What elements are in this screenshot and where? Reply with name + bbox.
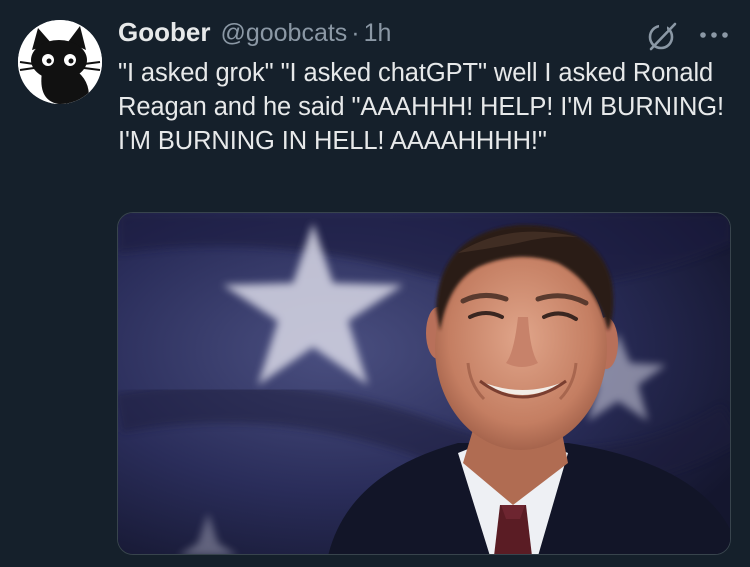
author-display-name[interactable]: Goober — [118, 17, 210, 48]
tweet-header: Goober @goobcats · 1h — [118, 17, 391, 51]
timestamp[interactable]: 1h — [364, 19, 392, 48]
black-cat-icon — [18, 20, 102, 104]
author-handle[interactable]: @goobcats — [220, 19, 347, 48]
author-avatar[interactable] — [18, 20, 102, 104]
tweet[interactable]: Goober @goobcats · 1h "I asked grok" "I … — [0, 0, 750, 567]
separator-dot: · — [351, 19, 360, 47]
tweet-text: "I asked grok" "I asked chatGPT" well I … — [118, 59, 724, 155]
grok-icon[interactable] — [646, 20, 678, 52]
tweet-photo[interactable] — [117, 212, 731, 555]
more-options-icon[interactable] — [696, 22, 732, 48]
portrait-photo — [118, 213, 730, 554]
